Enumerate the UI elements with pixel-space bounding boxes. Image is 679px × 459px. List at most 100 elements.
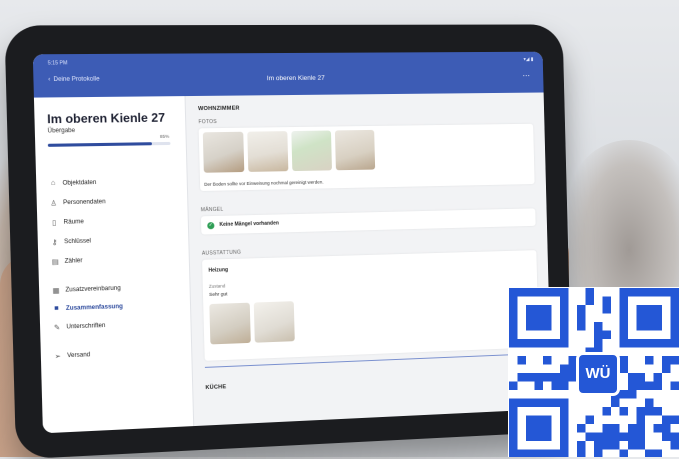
qr-module (654, 450, 663, 458)
qr-module (577, 314, 586, 323)
qr-module (637, 382, 646, 391)
qr-module (552, 373, 561, 382)
qr-module (594, 441, 603, 450)
qr-module (620, 407, 629, 416)
sidebar-item-zusammenfassung[interactable]: ■ Zusammenfassung (52, 303, 123, 313)
qr-finder-core (637, 305, 663, 331)
sidebar-item-versand[interactable]: ➢ Versand (53, 351, 90, 361)
qr-module (645, 407, 654, 416)
qr-module (628, 424, 637, 433)
qr-module (637, 407, 646, 416)
heating-photo[interactable] (209, 303, 250, 345)
qr-module (611, 441, 620, 450)
check-icon: ✓ (207, 222, 214, 229)
qr-module (577, 305, 586, 314)
sidebar-item-zaehler[interactable]: ▤ Zähler (51, 257, 83, 266)
status-icons: ▾◢ ▮ (523, 57, 533, 63)
qr-module (671, 416, 679, 425)
qr-module (543, 373, 552, 382)
qr-module (671, 382, 679, 391)
qr-module (586, 433, 595, 442)
qr-module (671, 356, 679, 365)
qr-module (526, 373, 535, 382)
photo-note: Der Boden sollte vor Einweisung nochmal … (204, 179, 323, 186)
more-options-icon[interactable]: ⋯ (522, 71, 530, 80)
qr-module (637, 433, 646, 442)
defects-label: MÄNGEL (201, 207, 224, 214)
qr-logo-badge: WÜ (576, 352, 620, 396)
condition-label: Zustand (209, 283, 226, 289)
qr-module (645, 356, 654, 365)
meter-icon: ▤ (51, 258, 60, 266)
qr-module (586, 297, 595, 306)
qr-module (637, 441, 646, 450)
qr-module (603, 441, 612, 450)
qr-module (552, 382, 561, 391)
qr-module (620, 450, 629, 458)
room-photo[interactable] (291, 130, 332, 171)
qr-module (611, 399, 620, 408)
qr-module (611, 433, 620, 442)
qr-module (662, 356, 671, 365)
sidebar-item-zusatzvereinbarung[interactable]: ▦ Zusatzvereinbarung (52, 285, 121, 295)
house-icon: ⌂ (49, 180, 58, 187)
room-photo[interactable] (335, 130, 375, 170)
property-title: Im oberen Kienle 27 (47, 111, 165, 127)
sidebar-item-schluessel[interactable]: ⚷ Schlüssel (50, 237, 91, 246)
qr-module (637, 373, 646, 382)
sidebar-item-label: Unterschriften (66, 323, 105, 331)
progress-percent: 85% (160, 134, 169, 139)
room-photo[interactable] (247, 131, 288, 172)
next-room-title: KÜCHE (205, 384, 226, 391)
qr-module (645, 450, 654, 458)
qr-code[interactable]: WÜ (508, 287, 679, 457)
main-content: WOHNZIMMER FOTOS Der Boden sollte vor Ei… (186, 93, 552, 427)
send-icon: ➢ (53, 352, 62, 361)
qr-module (594, 331, 603, 340)
sidebar-item-raeume[interactable]: ▯ Räume (50, 218, 84, 227)
sidebar-item-objektdaten[interactable]: ⌂ Objektdaten (49, 179, 97, 187)
sidebar-item-unterschriften[interactable]: ✎ Unterschriften (53, 322, 106, 332)
sidebar-item-label: Zähler (65, 258, 83, 265)
qr-module (560, 382, 569, 391)
qr-module (620, 356, 629, 365)
qr-module (645, 399, 654, 408)
qr-module (628, 373, 637, 382)
qr-module (603, 424, 612, 433)
tablet-device: 5:15 PM ▾◢ ▮ ‹ Deine Protokolle Im obere… (4, 24, 572, 459)
equipment-label: AUSSTATTUNG (202, 250, 241, 257)
protocol-type: Übergabe (47, 128, 75, 135)
qr-module (577, 450, 586, 458)
defects-card: ✓ Keine Mängel vorhanden (201, 208, 536, 234)
document-icon: ▦ (52, 287, 61, 295)
progress-fill (48, 142, 152, 147)
qr-module (628, 390, 637, 399)
qr-module (603, 305, 612, 314)
tablet-screen: 5:15 PM ▾◢ ▮ ‹ Deine Protokolle Im obere… (33, 52, 552, 434)
qr-module (620, 365, 629, 374)
qr-finder-core (526, 416, 552, 442)
qr-module (560, 365, 569, 374)
app-top-bar: 5:15 PM ▾◢ ▮ ‹ Deine Protokolle Im obere… (33, 52, 544, 98)
qr-module (594, 433, 603, 442)
qr-module (577, 441, 586, 450)
qr-module (662, 433, 671, 442)
room-photo[interactable] (203, 132, 245, 173)
signature-icon: ✎ (53, 323, 62, 332)
qr-module (662, 424, 671, 433)
rooms-icon: ▯ (50, 219, 59, 227)
qr-module (535, 382, 544, 391)
qr-module (671, 433, 679, 442)
qr-module (603, 297, 612, 306)
qr-module (603, 331, 612, 340)
qr-module (620, 433, 629, 442)
qr-module (586, 416, 595, 425)
equipment-card: Heizung Zustand Sehr gut (202, 250, 539, 361)
qr-module (603, 407, 612, 416)
sidebar-item-personendaten[interactable]: ♙ Personendaten (49, 198, 105, 207)
qr-module (611, 424, 620, 433)
heating-photo[interactable] (254, 301, 295, 343)
nav-title: Im oberen Kienle 27 (33, 73, 543, 84)
heating-label: Heizung (208, 267, 228, 274)
qr-module (671, 441, 679, 450)
